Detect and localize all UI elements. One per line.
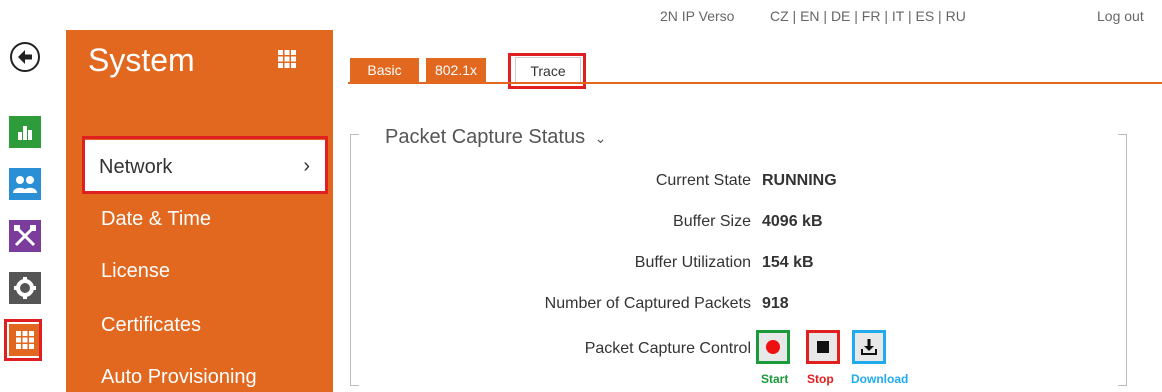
system-menu-highlight bbox=[4, 319, 42, 361]
download-label: Download bbox=[851, 372, 909, 386]
sidebar-title: System bbox=[88, 42, 195, 78]
panel-border-right bbox=[1118, 134, 1127, 386]
stop-label: Stop bbox=[807, 372, 834, 386]
buffer-size-label: Buffer Size bbox=[673, 213, 751, 230]
buffer-size-value: 4096 kB bbox=[762, 213, 823, 230]
sidebar-item-certificates[interactable]: Certificates bbox=[101, 314, 201, 337]
logout-link[interactable]: Log out bbox=[1097, 8, 1144, 24]
current-state-value: RUNNING bbox=[762, 172, 837, 189]
gear-icon bbox=[14, 277, 36, 299]
packet-capture-control-label: Packet Capture Control bbox=[584, 340, 751, 357]
download-icon bbox=[861, 339, 877, 355]
captured-packets-value: 918 bbox=[762, 295, 789, 312]
panel-title[interactable]: Packet Capture Status ⌄ bbox=[385, 126, 606, 149]
language-selector[interactable]: CZ | EN | DE | FR | IT | ES | RU bbox=[770, 8, 966, 24]
tab-underline bbox=[348, 82, 1162, 84]
start-button[interactable] bbox=[756, 330, 790, 364]
services-menu-button[interactable] bbox=[9, 272, 41, 304]
buffer-utilization-value: 154 kB bbox=[762, 254, 814, 271]
record-icon bbox=[766, 340, 780, 354]
sidebar-item-license[interactable]: License bbox=[101, 260, 170, 283]
captured-packets-label: Number of Captured Packets bbox=[544, 295, 751, 312]
start-label: Start bbox=[761, 372, 789, 386]
hardware-menu-button[interactable] bbox=[9, 220, 41, 252]
stop-icon bbox=[817, 341, 829, 353]
status-menu-button[interactable] bbox=[9, 116, 41, 148]
chevron-down-icon: ⌄ bbox=[594, 130, 607, 146]
buffer-utilization-label: Buffer Utilization bbox=[634, 254, 751, 271]
current-state-label: Current State bbox=[655, 172, 751, 189]
panel-title-text: Packet Capture Status bbox=[385, 126, 586, 148]
tab-8021x[interactable]: 802.1x bbox=[426, 58, 486, 82]
tab-basic[interactable]: Basic bbox=[350, 58, 419, 82]
grid-icon[interactable] bbox=[278, 50, 296, 73]
sidebar-item-auto-provisioning[interactable]: Auto Provisioning bbox=[101, 366, 257, 389]
device-name: 2N IP Verso bbox=[660, 8, 735, 24]
panel-border-left bbox=[350, 134, 359, 386]
directory-menu-button[interactable] bbox=[9, 168, 41, 200]
back-button[interactable] bbox=[10, 42, 40, 72]
network-highlight bbox=[82, 136, 328, 194]
users-icon bbox=[13, 176, 37, 193]
sidebar: System Network › Date & Time License Cer… bbox=[66, 30, 333, 392]
download-button[interactable] bbox=[852, 330, 886, 364]
tools-icon bbox=[14, 225, 36, 247]
stats-icon bbox=[18, 126, 32, 140]
back-icon bbox=[18, 50, 32, 64]
stop-button[interactable] bbox=[806, 330, 840, 364]
sidebar-item-date-time[interactable]: Date & Time bbox=[101, 208, 211, 231]
